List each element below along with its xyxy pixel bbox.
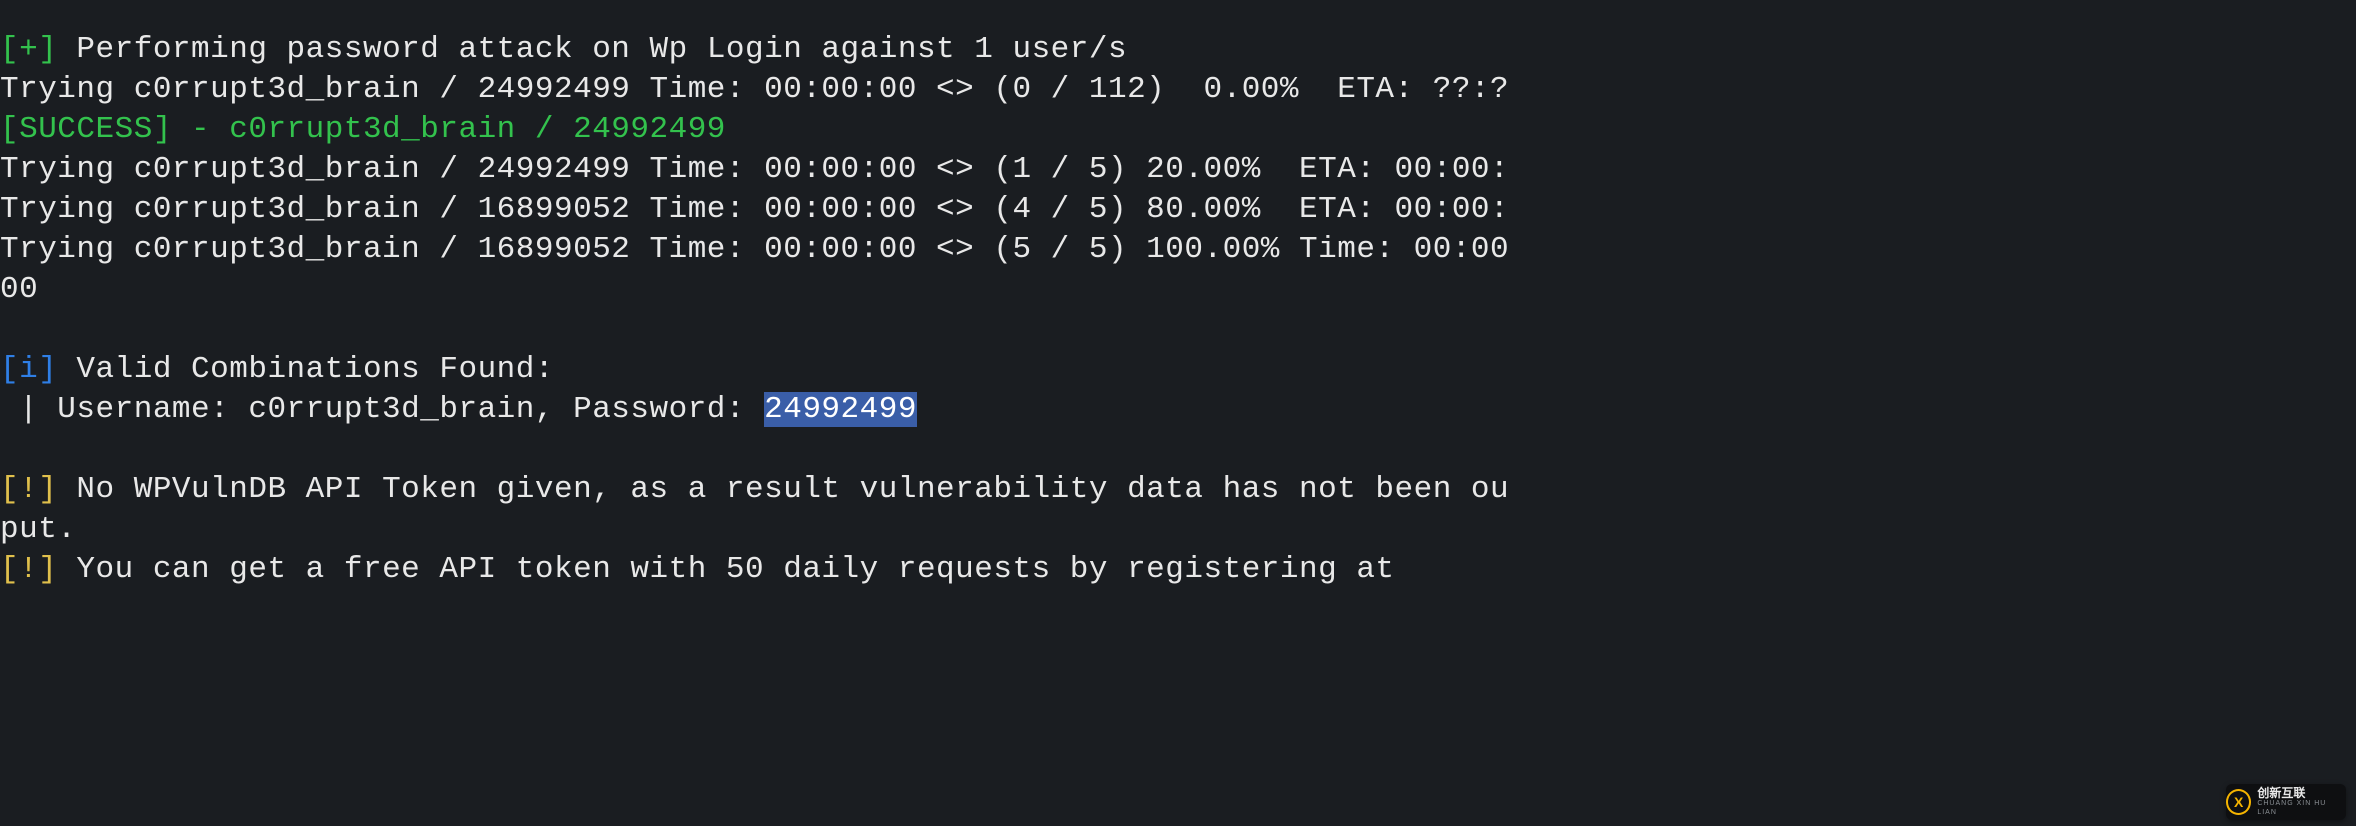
selected-password[interactable]: 24992499: [764, 392, 917, 427]
cred-label: | Username: c0rrupt3d_brain, Password:: [0, 392, 764, 427]
line-warn-1: [!] No WPVulnDB API Token given, as a re…: [0, 472, 1509, 507]
warn-prefix-1: [!]: [0, 472, 57, 507]
warn-text-2: You can get a free API token with 50 dai…: [57, 552, 1394, 587]
watermark-sub: CHUANG XIN HU LIAN: [2257, 799, 2346, 817]
info-prefix: [i]: [0, 352, 57, 387]
plus-prefix: [+]: [0, 32, 57, 67]
watermark-brand: 创新互联: [2257, 787, 2346, 799]
line-credentials: | Username: c0rrupt3d_brain, Password: 2…: [0, 392, 917, 427]
warn-text-1: No WPVulnDB API Token given, as a result…: [57, 472, 1509, 507]
line-info-header: [i] Valid Combinations Found:: [0, 352, 554, 387]
warn-prefix-2: [!]: [0, 552, 57, 587]
line-success: [SUCCESS] - c0rrupt3d_brain / 24992499: [0, 112, 726, 147]
terminal-output[interactable]: [+] Performing password attack on Wp Log…: [0, 0, 2356, 590]
line-attempt-1: Trying c0rrupt3d_brain / 24992499 Time: …: [0, 152, 1509, 187]
line-attempt-0: Trying c0rrupt3d_brain / 24992499 Time: …: [0, 72, 1509, 107]
plus-text: Performing password attack on Wp Login a…: [57, 32, 1127, 67]
line-attempt-3-wrap: 00: [0, 272, 38, 307]
watermark-logo-icon: X: [2226, 789, 2251, 815]
watermark-badge: X 创新互联 CHUANG XIN HU LIAN: [2226, 784, 2346, 820]
info-text: Valid Combinations Found:: [57, 352, 554, 387]
line-warn-1-wrap: put.: [0, 512, 76, 547]
line-status-plus: [+] Performing password attack on Wp Log…: [0, 32, 1127, 67]
line-warn-2: [!] You can get a free API token with 50…: [0, 552, 1395, 587]
line-attempt-3: Trying c0rrupt3d_brain / 16899052 Time: …: [0, 232, 1509, 267]
line-attempt-2: Trying c0rrupt3d_brain / 16899052 Time: …: [0, 192, 1509, 227]
